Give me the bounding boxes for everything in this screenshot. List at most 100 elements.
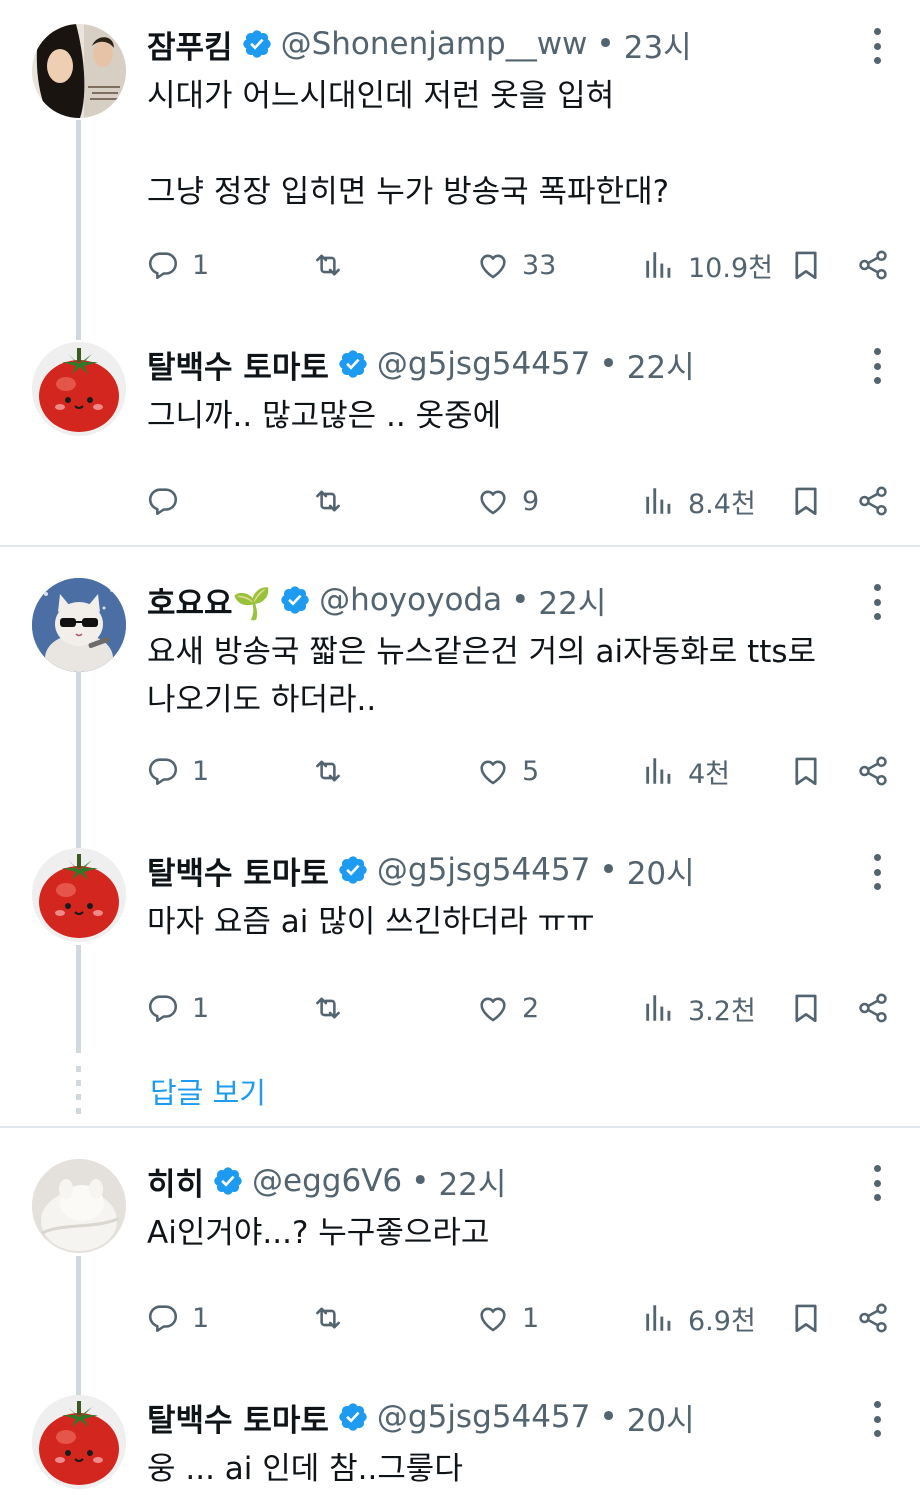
avatar[interactable]: [32, 1395, 126, 1489]
retweet-button[interactable]: [311, 479, 357, 523]
more-icon[interactable]: [870, 348, 884, 384]
action-bar: 1 33 10.9천: [0, 243, 920, 287]
retweet-button[interactable]: [311, 749, 357, 793]
view-count: 3.2천: [688, 995, 756, 1027]
tweet-header: 히히 @egg6V6 • 22시: [147, 1157, 506, 1205]
timestamp[interactable]: 22시: [438, 1159, 506, 1204]
tweet-header: 탈백수 토마토 @g5jsg54457 • 20시: [147, 846, 695, 894]
tweet-header: 호요요🌱 @hoyoyoda • 22시: [147, 576, 606, 624]
timestamp[interactable]: 22시: [538, 578, 606, 623]
retweet-button[interactable]: [311, 1296, 357, 1340]
bookmark-button[interactable]: [789, 1296, 823, 1340]
like-button[interactable]: 9: [476, 479, 539, 523]
retweet-button[interactable]: [311, 986, 357, 1030]
drama-poster-avatar: [32, 24, 126, 118]
share-button[interactable]: [856, 986, 890, 1030]
views-button[interactable]: 8.4천: [642, 479, 756, 523]
like-icon: [476, 991, 510, 1025]
handle[interactable]: @Shonenjamp__ww: [281, 26, 588, 62]
reply-icon: [146, 991, 180, 1025]
tweet-header: 탈백수 토마토 @g5jsg54457 • 22시: [147, 340, 695, 388]
tweet-text: 마자 요즘 ai 많이 쓰긴하더라 ㅠㅠ: [147, 904, 595, 940]
views-button[interactable]: 4천: [642, 749, 730, 793]
more-icon[interactable]: [870, 854, 884, 890]
separator-dot: •: [511, 582, 530, 618]
tweet[interactable]: 탈백수 토마토 @g5jsg54457 • 22시 그니까.. 많고많은 .. …: [0, 340, 920, 540]
timestamp[interactable]: 22시: [627, 342, 695, 387]
more-icon[interactable]: [870, 584, 884, 620]
bookmark-button[interactable]: [789, 479, 823, 523]
avatar[interactable]: [32, 848, 126, 942]
display-name[interactable]: 호요요🌱: [147, 578, 271, 623]
display-name[interactable]: 잠푸킴: [147, 22, 233, 67]
show-replies-link[interactable]: 답글 보기: [150, 1070, 266, 1112]
verified-badge-icon: [337, 348, 369, 380]
tweet[interactable]: 잠푸킴 @Shonenjamp__ww • 23시 시대가 어느시대인데 저런 …: [0, 20, 920, 310]
like-button[interactable]: 5: [476, 749, 539, 793]
display-name[interactable]: 탈백수 토마토: [147, 848, 329, 893]
views-button[interactable]: 6.9천: [642, 1296, 756, 1340]
bookmark-button[interactable]: [789, 243, 823, 287]
reply-button[interactable]: [146, 479, 192, 523]
reply-button[interactable]: 1: [146, 1296, 209, 1340]
handle[interactable]: @egg6V6: [252, 1163, 402, 1199]
share-button[interactable]: [856, 479, 890, 523]
avatar[interactable]: [32, 24, 126, 118]
separator-dot: •: [599, 346, 618, 382]
like-count: 1: [522, 1302, 540, 1334]
tweet[interactable]: 히히 @egg6V6 • 22시 Ai인거야...? 누구좋으라고 1 1 6.…: [0, 1157, 920, 1377]
handle[interactable]: @g5jsg54457: [377, 852, 590, 888]
white-plush-avatar: [32, 1159, 126, 1253]
more-icon[interactable]: [870, 28, 884, 64]
views-icon: [642, 754, 676, 788]
tweet-text: 그니까.. 많고많은 .. 옷중에: [147, 398, 502, 434]
separator-dot: •: [599, 1399, 618, 1435]
reply-button[interactable]: 1: [146, 986, 209, 1030]
tweet[interactable]: 탈백수 토마토 @g5jsg54457 • 20시 웅 ... ai 인데 참.…: [0, 1393, 920, 1504]
handle[interactable]: @hoyoyoda: [319, 582, 502, 618]
timestamp[interactable]: 23시: [624, 22, 692, 67]
display-name[interactable]: 탈백수 토마토: [147, 1395, 329, 1440]
reply-count: 1: [192, 755, 210, 787]
verified-badge-icon: [337, 1401, 369, 1433]
share-button[interactable]: [856, 1296, 890, 1340]
bookmark-icon: [789, 991, 823, 1025]
reply-count: 1: [192, 992, 210, 1024]
divider: [0, 545, 920, 547]
like-count: 9: [522, 485, 540, 517]
more-icon[interactable]: [870, 1165, 884, 1201]
avatar[interactable]: [32, 578, 126, 672]
display-name[interactable]: 탈백수 토마토: [147, 342, 329, 387]
timestamp[interactable]: 20시: [627, 848, 695, 893]
tweet-header: 탈백수 토마토 @g5jsg54457 • 20시: [147, 1393, 695, 1441]
bookmark-button[interactable]: [789, 749, 823, 793]
tweet[interactable]: 호요요🌱 @hoyoyoda • 22시 요새 방송국 짧은 뉴스같은건 거의 …: [0, 576, 920, 816]
like-button[interactable]: 1: [476, 1296, 539, 1340]
views-button[interactable]: 10.9천: [642, 243, 773, 287]
handle[interactable]: @g5jsg54457: [377, 1399, 590, 1435]
like-button[interactable]: 2: [476, 986, 539, 1030]
views-button[interactable]: 3.2천: [642, 986, 756, 1030]
reply-icon: [146, 248, 180, 282]
timestamp[interactable]: 20시: [627, 1395, 695, 1440]
verified-badge-icon: [212, 1165, 244, 1197]
reply-icon: [146, 1301, 180, 1335]
retweet-button[interactable]: [311, 243, 357, 287]
share-button[interactable]: [856, 243, 890, 287]
more-icon[interactable]: [870, 1401, 884, 1437]
like-button[interactable]: 33: [476, 243, 556, 287]
avatar[interactable]: [32, 1159, 126, 1253]
bookmark-button[interactable]: [789, 986, 823, 1030]
reply-button[interactable]: 1: [146, 749, 209, 793]
display-name[interactable]: 히히: [147, 1159, 204, 1204]
share-icon: [856, 754, 890, 788]
divider: [0, 1126, 920, 1128]
avatar[interactable]: [32, 342, 126, 436]
share-button[interactable]: [856, 749, 890, 793]
handle[interactable]: @g5jsg54457: [377, 346, 590, 382]
tweet[interactable]: 탈백수 토마토 @g5jsg54457 • 20시 마자 요즘 ai 많이 쓰긴…: [0, 846, 920, 1046]
like-icon: [476, 484, 510, 518]
like-icon: [476, 1301, 510, 1335]
bookmark-icon: [789, 754, 823, 788]
reply-button[interactable]: 1: [146, 243, 209, 287]
